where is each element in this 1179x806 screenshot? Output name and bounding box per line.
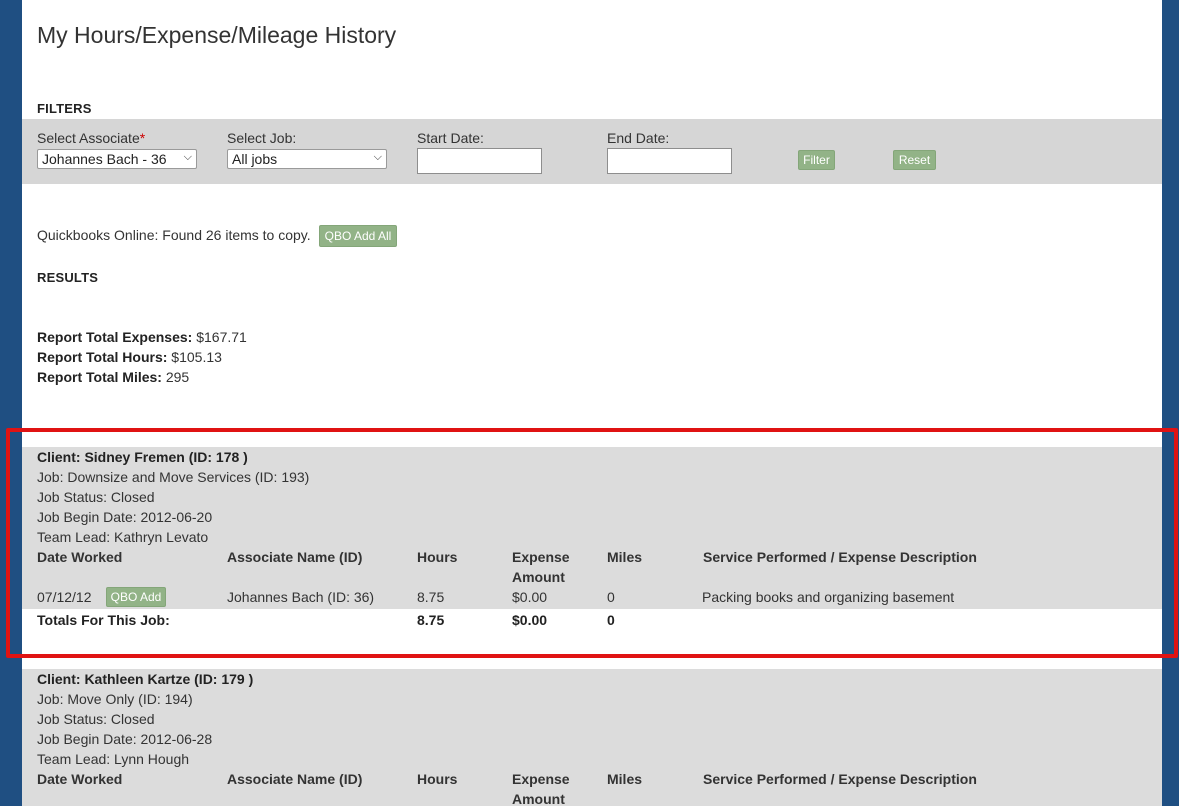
job-begin-date: Job Begin Date: 2012-06-28 [37,731,213,747]
qbo-message: Quickbooks Online: Found 26 items to cop… [37,227,311,243]
filters-heading: FILTERS [37,101,92,116]
column-header-expense-amount: Amount [512,791,565,806]
job-team-lead: Team Lead: Lynn Hough [37,751,190,767]
report-total-miles: Report Total Miles: 295 [37,369,189,385]
job-client: Client: Kathleen Kartze (ID: 179 ) [37,671,254,687]
end-date-input[interactable] [607,148,732,174]
start-date-label: Start Date: [417,130,484,146]
job-status: Job Status: Closed [37,711,155,727]
report-total-hours: Report Total Hours: $105.13 [37,349,222,365]
column-header-service: Service Performed / Expense Description [703,771,977,787]
results-heading: RESULTS [37,270,99,285]
report-total-hours-value: $105.13 [171,349,222,365]
column-header-hours: Hours [417,771,458,787]
required-mark: * [139,130,146,146]
chevron-down-icon: ⌵ [183,151,192,163]
associate-label-text: Select Associate [37,130,140,146]
job-select-value: All jobs [232,151,278,167]
end-date-label: End Date: [607,130,670,146]
associate-label: Select Associate* [37,130,145,146]
report-total-miles-value: 295 [165,369,190,385]
column-header-miles: Miles [607,771,643,787]
report-total-expenses-value: $167.71 [196,329,247,345]
qbo-add-all-button[interactable]: QBO Add All [319,225,397,247]
page-title: My Hours/Expense/Mileage History [37,22,397,48]
highlight-box [6,428,1178,658]
job-label: Select Job: [227,130,297,146]
reset-button[interactable]: Reset [893,150,936,170]
column-header-date: Date Worked [37,771,123,787]
report-total-expenses-label: Report Total Expenses: [37,329,193,345]
job-select[interactable]: All jobs ⌵ [227,149,387,169]
main-content: My Hours/Expense/Mileage History FILTERS… [22,0,1162,806]
filter-bar: Select Associate* Johannes Bach - 36 ⌵ S… [22,119,1162,184]
column-header-expense: Expense [512,771,570,787]
filter-button[interactable]: Filter [798,150,835,170]
report-total-hours-label: Report Total Hours: [37,349,168,365]
associate-select-value: Johannes Bach - 36 [42,151,167,167]
associate-select[interactable]: Johannes Bach - 36 ⌵ [37,149,197,169]
report-total-miles-label: Report Total Miles: [37,369,162,385]
report-total-expenses: Report Total Expenses: $167.71 [37,329,247,345]
job-name: Job: Move Only (ID: 194) [37,691,193,707]
job-block: Client: Kathleen Kartze (ID: 179 ) Job: … [22,669,1162,806]
column-header-associate: Associate Name (ID) [227,771,363,787]
chevron-down-icon: ⌵ [373,151,382,163]
start-date-input[interactable] [417,148,542,174]
